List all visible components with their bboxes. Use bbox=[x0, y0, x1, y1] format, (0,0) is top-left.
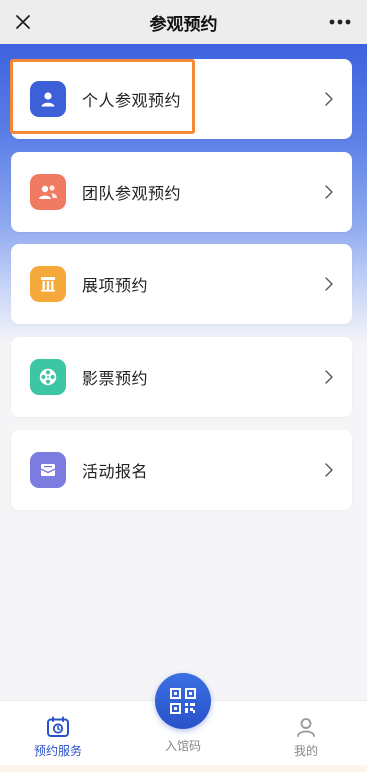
menu-item-label: 活动报名 bbox=[82, 464, 149, 481]
chevron-right-icon bbox=[325, 92, 333, 106]
envelope-icon bbox=[30, 452, 66, 488]
calendar-clock-icon bbox=[46, 715, 70, 739]
close-button[interactable] bbox=[8, 7, 38, 37]
menu-item-label: 展项预约 bbox=[82, 278, 149, 295]
chevron-right-icon bbox=[325, 370, 333, 384]
tab-entry-code-label: 入馆码 bbox=[164, 739, 201, 753]
tab-label: 我的 bbox=[293, 744, 318, 758]
menu-item-film-ticket[interactable]: 影票预约 bbox=[11, 337, 352, 417]
film-icon bbox=[30, 359, 66, 395]
tab-reservation-service[interactable]: 预约服务 bbox=[8, 701, 108, 766]
bottom-safe-area bbox=[0, 765, 367, 772]
page-title: 参观预约 bbox=[149, 14, 218, 34]
chevron-right-icon bbox=[325, 463, 333, 477]
person-icon bbox=[30, 81, 66, 117]
menu-item-personal-visit[interactable]: 个人参观预约 bbox=[11, 59, 352, 139]
more-icon bbox=[329, 19, 351, 25]
menu-item-exhibit-reservation[interactable]: 展项预约 bbox=[11, 244, 352, 324]
exhibit-icon bbox=[30, 266, 66, 302]
group-icon bbox=[30, 174, 66, 210]
qrcode-icon bbox=[170, 688, 196, 714]
menu-item-event-signup[interactable]: 活动报名 bbox=[11, 430, 352, 510]
chevron-right-icon bbox=[325, 277, 333, 291]
menu-item-label: 影票预约 bbox=[82, 371, 149, 388]
menu-item-label: 团队参观预约 bbox=[82, 186, 182, 203]
chevron-right-icon bbox=[325, 185, 333, 199]
menu-item-group-visit[interactable]: 团队参观预约 bbox=[11, 152, 352, 232]
more-button[interactable] bbox=[323, 7, 357, 37]
entry-code-button[interactable] bbox=[155, 673, 211, 729]
tab-my[interactable]: 我的 bbox=[256, 701, 356, 766]
user-icon bbox=[295, 715, 317, 739]
title-bar: 参观预约 bbox=[0, 0, 367, 44]
menu-item-label: 个人参观预约 bbox=[82, 93, 182, 110]
close-icon bbox=[16, 15, 30, 29]
tab-label: 预约服务 bbox=[33, 744, 82, 758]
